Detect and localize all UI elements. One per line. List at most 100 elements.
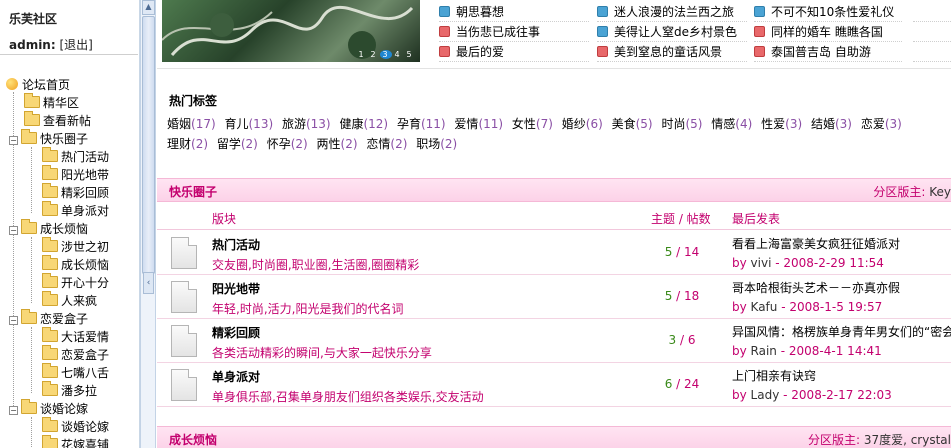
tree-item-forum[interactable]: 花嫁喜铺 [42, 435, 109, 448]
tag-link[interactable]: 爱情(11) [454, 117, 503, 131]
banner-slideshow[interactable]: 12345 [162, 0, 420, 62]
last-post-user[interactable]: Kafu [751, 300, 778, 314]
tag-link[interactable]: 美食(5) [612, 117, 653, 131]
collapse-toggle-icon[interactable]: − [9, 136, 18, 145]
tag-link[interactable]: 怀孕(2) [267, 137, 308, 151]
tree-item-forum[interactable]: 人来疯 [42, 291, 97, 310]
last-post-title[interactable]: 异国风情：格楞族单身青年男女们的“密会” [732, 323, 951, 340]
moderator-label: 分区版主: [873, 185, 926, 199]
tag-link[interactable]: 健康(12) [339, 117, 388, 131]
last-post-title[interactable]: 看看上海富豪美女疯狂征婚派对 [732, 235, 900, 252]
tree-item-forum[interactable]: 阳光地带 [42, 165, 109, 184]
moderator-name[interactable]: 37度爱, crystal [864, 433, 951, 447]
news-item[interactable]: 当伤悲已成往事 [439, 22, 589, 42]
tag-link[interactable]: 旅游(13) [282, 117, 331, 131]
tag-link[interactable]: 女性(7) [512, 117, 553, 131]
news-item[interactable]: 不可不知10条性爱礼仪 [754, 2, 902, 22]
tree-group-marriage[interactable]: − 谈婚论嫁 [9, 399, 88, 418]
news-item[interactable]: 美得让人窒de乡村景色 [597, 22, 747, 42]
section-title[interactable]: 成长烦恼 [169, 431, 217, 448]
collapse-toggle-icon[interactable]: − [9, 226, 18, 235]
sidebar-scrollbar[interactable]: ▲ ‹ [140, 0, 156, 448]
collapse-toggle-icon[interactable]: − [9, 316, 18, 325]
news-item[interactable]: 最后的爱 [439, 42, 589, 62]
tree-item-new-posts[interactable]: 查看新帖 [24, 111, 92, 130]
banner-page-3-active[interactable]: 3 [380, 50, 392, 59]
tree-group-love-box[interactable]: − 恋爱盒子 [9, 309, 89, 328]
last-post-user[interactable]: vivi [751, 256, 772, 270]
tag-link[interactable]: 恋情(2) [366, 137, 407, 151]
tree-item-forum[interactable]: 谈婚论嫁 [42, 417, 109, 436]
section-moderators: 分区版主: Key [873, 183, 951, 200]
tree-item-forum[interactable]: 恋爱盒子 [42, 345, 109, 364]
tag-count: (5) [635, 117, 653, 131]
tree-item-home[interactable]: 论坛首页 [6, 76, 70, 94]
tree-group-growing-pains[interactable]: − 成长烦恼 [9, 219, 88, 238]
section-header: 成长烦恼 分区版主: 37度爱, crystal [157, 426, 951, 448]
tag-link[interactable]: 理财(2) [167, 137, 208, 151]
tree-item-forum[interactable]: 大话爱情 [42, 327, 110, 346]
banner-page-4[interactable]: 4 [392, 50, 404, 59]
news-item[interactable]: 泰国普吉岛 自助游 [754, 42, 902, 62]
forum-name[interactable]: 单身派对 [212, 368, 260, 385]
section-title[interactable]: 快乐圈子 [169, 183, 217, 200]
scroll-up-arrow-icon[interactable]: ▲ [142, 0, 155, 15]
tag-link[interactable]: 时尚(5) [661, 117, 702, 131]
last-post-title[interactable]: 上门相亲有诀窍 [732, 367, 816, 384]
tree-item-forum[interactable]: 单身派对 [42, 201, 109, 220]
tree-item-forum[interactable]: 热门活动 [42, 147, 109, 166]
tag-name: 育儿 [224, 117, 249, 131]
forum-name[interactable]: 精彩回顾 [212, 324, 260, 341]
banner-page-5[interactable]: 5 [404, 50, 416, 59]
tree-group-happy-circle[interactable]: − 快乐圈子 [9, 129, 88, 148]
by-label: by [732, 388, 747, 402]
tag-count: (13) [248, 117, 274, 131]
tree-item-label: 大话爱情 [61, 330, 110, 344]
tree-item-forum[interactable]: 精彩回顾 [42, 183, 109, 202]
forum-name[interactable]: 热门活动 [212, 236, 260, 253]
tree-item-forum[interactable]: 开心十分 [42, 273, 109, 292]
tag-name: 旅游 [281, 117, 306, 131]
tag-link[interactable]: 性爱(3) [761, 117, 802, 131]
last-post-title[interactable]: 哥本哈根街头艺术－－亦真亦假 [732, 279, 900, 296]
tree-item-label: 恋爱盒子 [40, 312, 89, 326]
forum-counts: 6 / 24 [664, 377, 700, 391]
tag-link[interactable]: 情感(4) [711, 117, 752, 131]
collapse-toggle-icon[interactable]: − [9, 406, 18, 415]
tree-item-label: 查看新帖 [43, 114, 92, 128]
moderator-name[interactable]: Key [929, 185, 951, 199]
tree-item-digest[interactable]: 精华区 [24, 93, 79, 112]
folder-icon [42, 183, 58, 198]
forum-row: 精彩回顾 各类活动精彩的瞬间,与大家一起快乐分享 3 / 6 异国风情：格楞族单… [157, 319, 951, 363]
news-red-icon [439, 26, 450, 37]
forum-name[interactable]: 阳光地带 [212, 280, 260, 297]
scroll-thumb[interactable] [142, 16, 155, 274]
news-item[interactable]: 美到窒息的童话风景 [597, 42, 747, 62]
tag-link[interactable]: 育儿(13) [224, 117, 273, 131]
last-post-user[interactable]: Rain [751, 344, 777, 358]
tag-link[interactable]: 留学(2) [217, 137, 258, 151]
tree-item-forum[interactable]: 涉世之初 [42, 237, 110, 256]
tree-item-forum[interactable]: 成长烦恼 [42, 255, 109, 274]
last-post-user[interactable]: Lady [751, 388, 780, 402]
tag-link[interactable]: 婚纱(6) [562, 117, 603, 131]
news-item[interactable]: 迷人浪漫的法兰西之旅 [597, 2, 747, 22]
tree-item-forum[interactable]: 七嘴八舌 [42, 363, 109, 382]
collapse-sidebar-chevron-icon[interactable]: ‹ [143, 272, 154, 294]
by-label: by [732, 300, 747, 314]
tag-link[interactable]: 恋爱(3) [861, 117, 902, 131]
logout-link[interactable]: [退出] [59, 38, 92, 52]
tree-item-label: 涉世之初 [61, 240, 110, 254]
tag-link[interactable]: 婚姻(17) [167, 117, 216, 131]
banner-page-1[interactable]: 1 [356, 50, 368, 59]
tag-count: (3) [785, 117, 803, 131]
banner-page-2[interactable]: 2 [368, 50, 380, 59]
tag-link[interactable]: 两性(2) [317, 137, 358, 151]
news-item[interactable]: 同样的婚车 瞧瞧各国 [754, 22, 902, 42]
tag-link[interactable]: 职场(2) [416, 137, 457, 151]
tag-name: 留学 [216, 137, 241, 151]
tree-item-forum[interactable]: 潘多拉 [42, 381, 97, 400]
tag-link[interactable]: 结婚(3) [811, 117, 852, 131]
news-item[interactable]: 朝思暮想 [439, 2, 589, 22]
tag-link[interactable]: 孕育(11) [397, 117, 446, 131]
